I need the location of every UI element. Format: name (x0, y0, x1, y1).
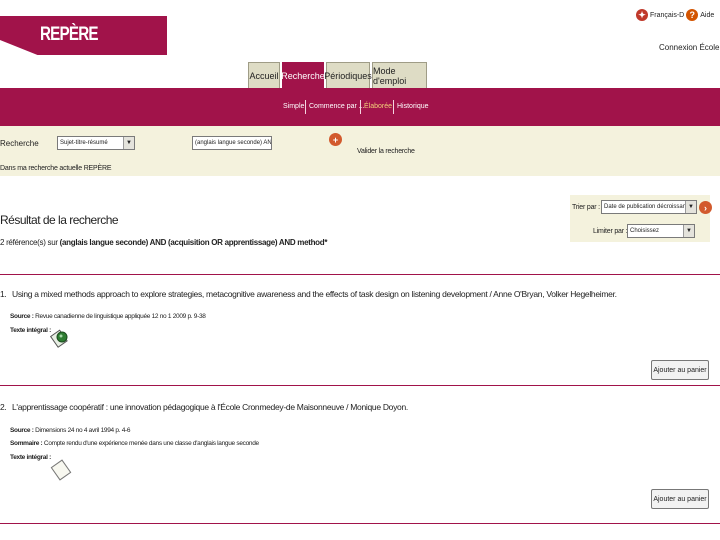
search-field-value: Sujet-titre-résumé (60, 140, 108, 146)
subnav-divider (393, 100, 394, 114)
result-2-fulltext-label: Texte intégral : (10, 454, 51, 461)
result-2-summary: Sommaire : Compte rendu d'une expérience… (10, 440, 259, 447)
sort-go-icon[interactable]: › (699, 201, 712, 214)
result-divider (0, 385, 720, 386)
help-icon[interactable]: ? (686, 9, 699, 21)
result-2-summary-value: Compte rendu d'une expérience menée dans… (43, 440, 259, 447)
results-title: Résultat de la recherche (0, 213, 119, 227)
results-count: 2 référence(s) sur (0, 238, 58, 247)
chevron-down-icon[interactable]: ▼ (683, 225, 694, 237)
tab-mode-emploi[interactable]: Mode d'emploi (372, 62, 427, 88)
results-summary: 2 référence(s) sur (anglais langue secon… (0, 238, 327, 247)
subnav-historique[interactable]: Historique (397, 103, 429, 110)
tab-recherche[interactable]: Recherche (281, 62, 325, 89)
sort-select[interactable]: Date de publication décroissante ▼ (601, 200, 697, 214)
search-query-value: (anglais langue seconde) AN (195, 140, 272, 146)
subnav-divider (360, 100, 361, 114)
fulltext-label: Texte intégral : (10, 327, 51, 334)
result-1-source: Source : Revue canadienne de linguistiqu… (10, 313, 206, 320)
search-scope-text: Dans ma recherche actuelle REPÈRE (0, 165, 112, 172)
document-icon[interactable] (50, 459, 72, 481)
languages-icon[interactable]: ✦ (636, 9, 648, 21)
tab-accueil[interactable]: Accueil (248, 62, 280, 88)
subnav-commence-par[interactable]: Commence par ... (309, 103, 365, 110)
logo: REPÈRE (40, 24, 99, 45)
subnav-divider (305, 100, 306, 114)
result-1-source-value: Revue canadienne de linguistique appliqu… (35, 313, 206, 320)
search-field-select[interactable]: Sujet-titre-résumé ▼ (57, 136, 135, 150)
sort-label: Trier par : (572, 204, 600, 211)
results-query: (anglais langue seconde) AND (acquisitio… (59, 238, 328, 247)
search-field-label: Recherche (0, 139, 39, 148)
search-query-input[interactable]: (anglais langue seconde) AN (192, 136, 272, 150)
add-to-cart-button[interactable]: Ajouter au panier (651, 360, 709, 380)
top-links: ✦ Français-D ? Aide (636, 9, 714, 21)
full-text-icon[interactable] (50, 328, 70, 350)
login-link[interactable]: Connexion École (659, 43, 719, 52)
result-1-fulltext-label: Texte intégral : (10, 327, 51, 334)
tab-label: Recherche (281, 71, 325, 81)
result-1-title[interactable]: Using a mixed methods approach to explor… (12, 289, 617, 299)
result-divider (0, 523, 720, 524)
result-2-source-value: Dimensions 24 no 4 avril 1994 p. 4-6 (35, 427, 131, 434)
logo-notch (0, 40, 40, 56)
tab-label: Mode d'emploi (373, 65, 407, 86)
chevron-down-icon[interactable]: ▼ (123, 137, 134, 149)
fulltext-label: Texte intégral : (10, 454, 51, 461)
add-criterion-icon[interactable]: + (329, 133, 342, 146)
limit-value: Choisissez (630, 228, 660, 234)
limit-label: Limiter par : (593, 228, 628, 235)
result-1-number: 1. (0, 289, 7, 299)
tab-label: Périodiques (324, 70, 372, 81)
results-divider (0, 274, 720, 275)
subnav-simple[interactable]: Simple (283, 103, 304, 110)
result-2-source: Source : Dimensions 24 no 4 avril 1994 p… (10, 427, 131, 434)
result-2-number: 2. (0, 402, 7, 412)
chevron-down-icon[interactable]: ▼ (685, 201, 696, 213)
result-2-title[interactable]: L'apprentissage coopératif : une innovat… (12, 402, 408, 412)
tab-label: Accueil (249, 70, 279, 81)
languages-link[interactable]: Français-D (650, 12, 684, 19)
limit-select[interactable]: Choisissez ▼ (627, 224, 695, 238)
help-link[interactable]: Aide (700, 12, 714, 19)
validate-search-link[interactable]: Valider la recherche (357, 148, 415, 155)
tab-periodiques[interactable]: Périodiques (324, 62, 372, 88)
result-2-summary-label: Sommaire : (10, 440, 43, 447)
result-1-source-label: Source : (10, 313, 34, 320)
result-2-source-label: Source : (10, 427, 34, 434)
subnav-elaboree[interactable]: Élaborée (364, 103, 392, 110)
sort-value: Date de publication décroissante (604, 204, 692, 210)
add-to-cart-button[interactable]: Ajouter au panier (651, 489, 709, 509)
